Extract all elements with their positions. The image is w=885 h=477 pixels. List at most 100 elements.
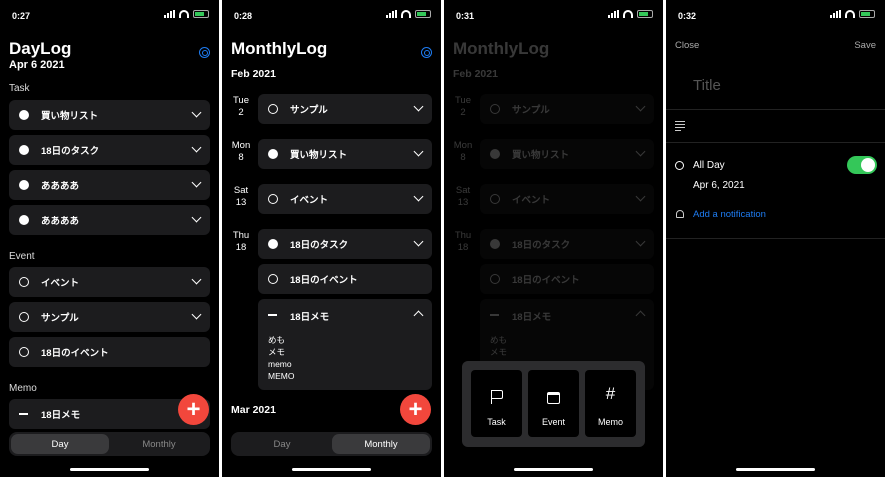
event-section-header: Event <box>9 251 35 262</box>
add-task-button[interactable]: Task <box>471 370 522 437</box>
add-type-menu: Task Event # Memo <box>462 361 645 447</box>
add-memo-label: Memo <box>597 417 623 427</box>
signal-icon <box>164 10 175 18</box>
monthlylog-add-menu-screen: 0:31 MonthlyLog Feb 2021 Tue2 サンプル Mon8 … <box>444 0 663 477</box>
chevron-down-icon[interactable] <box>191 177 202 188</box>
event-item[interactable]: サンプル <box>258 94 432 124</box>
memo-body: めも メモ memo MEMO <box>268 335 295 381</box>
task-bullet-icon <box>19 180 29 190</box>
add-notification-link[interactable]: Add a notification <box>693 209 766 220</box>
day-label: Mon8 <box>231 140 251 163</box>
all-day-toggle[interactable] <box>847 156 877 174</box>
event-date[interactable]: Apr 6, 2021 <box>693 180 745 191</box>
segment-monthly[interactable]: Monthly <box>110 432 208 456</box>
event-bullet-icon <box>268 274 278 284</box>
event-item[interactable]: サンプル <box>9 302 210 332</box>
status-bar: 0:27 <box>0 0 219 30</box>
add-button[interactable]: + <box>400 394 431 425</box>
event-item[interactable]: 18日のイベント <box>258 264 432 294</box>
chevron-down-icon[interactable] <box>413 146 424 157</box>
new-event-screen: 0:32 Close Save Title All Day Apr 6, 202… <box>666 0 885 477</box>
battery-icon <box>415 10 431 18</box>
task-bullet-icon <box>19 215 29 225</box>
event-label: サンプル <box>41 313 79 324</box>
add-event-button[interactable]: Event <box>528 370 579 437</box>
chevron-down-icon[interactable] <box>191 212 202 223</box>
event-label: 18日のイベント <box>41 348 109 359</box>
task-item[interactable]: ああああ <box>9 205 210 235</box>
event-item[interactable]: イベント <box>258 184 432 214</box>
bell-icon <box>676 210 684 218</box>
chevron-down-icon[interactable] <box>191 274 202 285</box>
status-time: 0:31 <box>456 11 475 21</box>
chevron-down-icon[interactable] <box>413 191 424 202</box>
battery-icon <box>637 10 653 18</box>
task-item[interactable]: 買い物リスト <box>9 100 210 130</box>
memo-label: 18日メモ <box>41 410 81 421</box>
home-indicator <box>292 468 371 471</box>
close-button[interactable]: Close <box>675 40 699 51</box>
task-item[interactable]: 18日のタスク <box>9 135 210 165</box>
status-bar: 0:31 <box>444 0 663 30</box>
task-item[interactable]: ああああ <box>9 170 210 200</box>
segment-day[interactable]: Day <box>11 434 109 454</box>
event-bullet-icon <box>19 312 29 322</box>
page-title: DayLog <box>9 39 72 58</box>
task-bullet-icon <box>268 149 278 159</box>
chevron-down-icon[interactable] <box>413 236 424 247</box>
notes-icon[interactable] <box>675 121 685 133</box>
task-label: ああああ <box>41 216 80 227</box>
divider <box>666 109 885 110</box>
monthlylog-screen: 0:28 MonthlyLog Feb 2021 Tue 2 サンプル Mon 8 … <box>222 0 441 477</box>
view-segmented-control: Day Monthly <box>231 432 432 456</box>
settings-icon[interactable] <box>421 47 432 58</box>
settings-icon[interactable] <box>199 47 210 58</box>
signal-icon <box>386 10 397 18</box>
segment-monthly[interactable]: Monthly <box>332 434 430 454</box>
event-item[interactable]: 18日のイベント <box>9 337 210 367</box>
battery-icon <box>193 10 209 18</box>
home-indicator <box>514 468 593 471</box>
chevron-down-icon[interactable] <box>191 309 202 320</box>
segment-day[interactable]: Day <box>233 432 331 456</box>
event-label: 18日のイベント <box>290 275 358 286</box>
daylog-screen: 0:27 DayLog Apr 6 2021 Task 買い物リスト 18日のタ… <box>0 0 219 477</box>
flag-icon <box>490 390 503 404</box>
add-memo-button[interactable]: # Memo <box>585 370 636 437</box>
memo-bullet-icon <box>268 314 277 316</box>
task-item[interactable]: 18日のタスク <box>258 229 432 259</box>
status-time: 0:32 <box>678 11 697 21</box>
month-header: Feb 2021 <box>231 68 276 80</box>
chevron-up-icon[interactable] <box>413 310 424 321</box>
divider <box>666 238 885 239</box>
title-input[interactable]: Title <box>693 77 721 94</box>
add-button[interactable]: + <box>178 394 209 425</box>
save-button[interactable]: Save <box>854 40 876 51</box>
wifi-icon <box>623 10 633 18</box>
memo-label: 18日メモ <box>290 312 330 323</box>
task-bullet-icon <box>268 239 278 249</box>
page-date: Apr 6 2021 <box>9 59 65 71</box>
status-time: 0:28 <box>234 11 253 21</box>
chevron-down-icon[interactable] <box>191 107 202 118</box>
status-time: 0:27 <box>12 11 31 21</box>
add-task-label: Task <box>487 417 506 427</box>
month-header: Mar 2021 <box>231 404 276 416</box>
task-item[interactable]: 買い物リスト <box>258 139 432 169</box>
home-indicator <box>70 468 149 471</box>
page-title: MonthlyLog <box>231 39 328 58</box>
memo-section-header: Memo <box>9 383 37 394</box>
all-day-label: All Day <box>693 160 725 171</box>
signal-icon <box>830 10 841 18</box>
task-label: 18日のタスク <box>41 146 100 157</box>
day-label: Thu18 <box>232 230 250 253</box>
event-bullet-icon <box>19 277 29 287</box>
wifi-icon <box>401 10 411 18</box>
event-label: イベント <box>290 195 329 206</box>
event-bullet-icon <box>268 194 278 204</box>
event-bullet-icon <box>19 347 29 357</box>
chevron-down-icon[interactable] <box>191 142 202 153</box>
task-label: 買い物リスト <box>290 150 348 161</box>
chevron-down-icon[interactable] <box>413 101 424 112</box>
event-item[interactable]: イベント <box>9 267 210 297</box>
